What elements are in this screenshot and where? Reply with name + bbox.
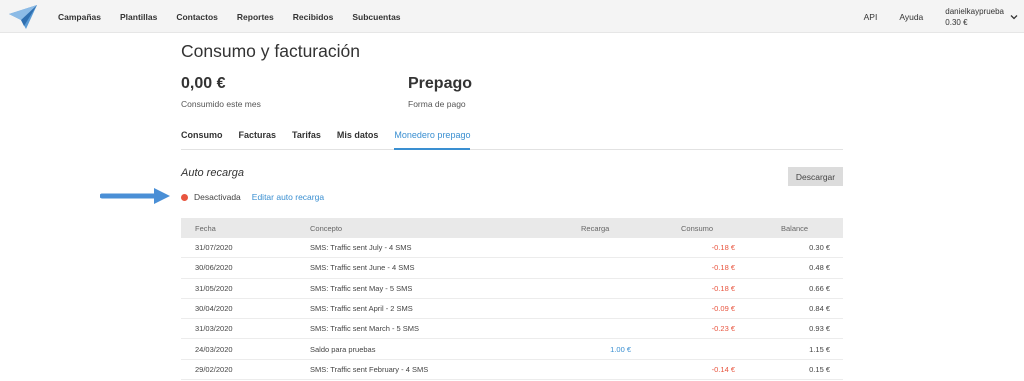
- header-fecha[interactable]: Fecha: [181, 224, 310, 233]
- payment-stat: Prepago Forma de pago: [408, 75, 472, 109]
- cell-consumo: -0.09 €: [711, 304, 735, 314]
- cell-fecha: 30/06/2020: [195, 263, 233, 273]
- cell-concepto: SMS: Traffic sent July - 4 SMS: [310, 243, 412, 253]
- table-row: 31/05/2020 SMS: Traffic sent May - 5 SMS -…: [181, 279, 843, 299]
- nav-help[interactable]: Ayuda: [899, 12, 923, 22]
- header-consumo[interactable]: Consumo: [631, 224, 735, 233]
- cell-consumo: -0.18 €: [711, 243, 735, 253]
- cell-balance: 0.93 €: [809, 324, 830, 334]
- nav-plantillas[interactable]: Plantillas: [120, 12, 157, 22]
- transactions-table: Fecha Concepto Recarga Consumo Balance 3…: [181, 218, 843, 381]
- nav-reportes[interactable]: Reportes: [237, 12, 274, 22]
- nav-campanas[interactable]: Campañas: [58, 12, 101, 22]
- consumed-stat: 0,00 € Consumido este mes: [181, 75, 261, 109]
- payment-value: Prepago: [408, 75, 473, 92]
- cell-consumo: -0.18 €: [711, 263, 735, 273]
- top-navbar: Campañas Plantillas Contactos Reportes R…: [0, 0, 1024, 33]
- auto-recharge-title: Auto recarga: [181, 167, 244, 179]
- account-menu[interactable]: danielkayprueba 0.30 €: [945, 6, 1018, 28]
- annotation-arrow-icon: [100, 188, 170, 204]
- paper-plane-logo-icon[interactable]: [8, 4, 38, 30]
- cell-consumo: -0.14 €: [711, 364, 735, 374]
- table-header: Fecha Concepto Recarga Consumo Balance: [181, 218, 843, 238]
- cell-concepto: SMS: Traffic sent March - 5 SMS: [310, 324, 420, 334]
- cell-balance: 0.15 €: [809, 364, 830, 374]
- main-nav: Campañas Plantillas Contactos Reportes R…: [58, 0, 420, 33]
- cell-consumo: -0.23 €: [711, 324, 735, 334]
- cell-balance: 0.30 €: [809, 243, 830, 253]
- cell-fecha: 24/03/2020: [195, 344, 233, 354]
- cell-balance: 0.48 €: [809, 263, 830, 273]
- cell-consumo: -0.18 €: [711, 283, 735, 293]
- table-row: 31/07/2020 SMS: Traffic sent July - 4 SMS…: [181, 238, 843, 259]
- header-concepto[interactable]: Concepto: [310, 224, 573, 233]
- table-body: 31/07/2020 SMS: Traffic sent July - 4 SMS…: [181, 238, 843, 381]
- cell-fecha: 29/02/2020: [195, 364, 233, 374]
- nav-right: API Ayuda danielkayprueba 0.30 €: [864, 0, 1024, 33]
- status-text: Desactivada: [194, 192, 241, 202]
- tab-facturas[interactable]: Facturas: [239, 130, 277, 150]
- table-row: 30/04/2020 SMS: Traffic sent April - 2 SM…: [181, 299, 843, 320]
- tab-monedero-prepago[interactable]: Monedero prepago: [394, 130, 471, 150]
- cell-fecha: 31/05/2020: [195, 283, 233, 293]
- cell-balance: 0.84 €: [809, 304, 830, 314]
- nav-api[interactable]: API: [864, 12, 878, 22]
- cell-concepto: SMS: Traffic sent February - 4 SMS: [310, 364, 429, 374]
- nav-subcuentas[interactable]: Subcuentas: [352, 12, 400, 22]
- cell-fecha: 31/07/2020: [195, 243, 233, 253]
- billing-tabs: Consumo Facturas Tarifas Mis datos Moned…: [181, 130, 843, 150]
- chevron-down-icon: [1010, 14, 1018, 19]
- account-balance: 0.30 €: [945, 17, 968, 27]
- consumed-label: Consumido este mes: [181, 99, 261, 109]
- tab-tarifas[interactable]: Tarifas: [292, 130, 321, 150]
- account-name: danielkayprueba: [945, 6, 1004, 16]
- cell-recarga: 1.00 €: [610, 344, 631, 354]
- auto-recharge-status: Desactivada Editar auto recarga: [181, 191, 324, 203]
- table-row: 31/03/2020 SMS: Traffic sent March - 5 SM…: [181, 319, 843, 340]
- consumed-value: 0,00 €: [181, 75, 226, 92]
- cell-concepto: SMS: Traffic sent June - 4 SMS: [310, 263, 415, 273]
- cell-fecha: 31/03/2020: [195, 324, 233, 334]
- cell-balance: 1.15 €: [809, 344, 830, 354]
- edit-auto-recharge-link[interactable]: Editar auto recarga: [252, 192, 324, 202]
- nav-recibidos[interactable]: Recibidos: [293, 12, 334, 22]
- download-button[interactable]: Descargar: [788, 167, 843, 186]
- page-title: Consumo y facturación: [181, 41, 360, 61]
- tab-mis-datos[interactable]: Mis datos: [337, 130, 379, 150]
- status-dot-icon: [181, 193, 188, 201]
- header-recarga[interactable]: Recarga: [573, 224, 631, 233]
- account-info: danielkayprueba 0.30 €: [945, 6, 1004, 28]
- cell-concepto: SMS: Traffic sent April - 2 SMS: [310, 304, 413, 314]
- cell-fecha: 30/04/2020: [195, 304, 233, 314]
- table-row: 30/06/2020 SMS: Traffic sent June - 4 SMS…: [181, 258, 843, 279]
- table-row: 24/03/2020 Saldo para pruebas 1.00 € 1.15 €: [181, 339, 843, 360]
- cell-concepto: Saldo para pruebas: [310, 344, 376, 354]
- cell-balance: 0.66 €: [809, 283, 830, 293]
- tab-consumo[interactable]: Consumo: [181, 130, 223, 150]
- header-balance[interactable]: Balance: [735, 224, 830, 233]
- payment-label: Forma de pago: [408, 99, 466, 109]
- cell-concepto: SMS: Traffic sent May - 5 SMS: [310, 283, 413, 293]
- nav-contactos[interactable]: Contactos: [176, 12, 218, 22]
- table-row: 29/02/2020 SMS: Traffic sent February - 4…: [181, 360, 843, 381]
